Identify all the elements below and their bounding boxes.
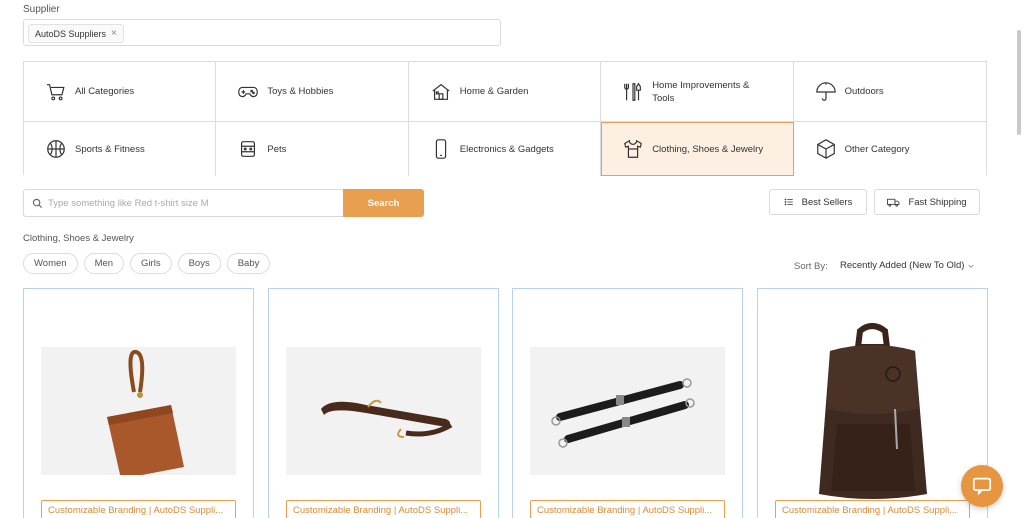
truck-icon [887, 198, 900, 207]
fast-shipping-button[interactable]: Fast Shipping [874, 189, 980, 215]
chat-button[interactable] [961, 465, 1003, 507]
black-strap-image [530, 347, 725, 475]
brown-strap-image [286, 347, 481, 475]
product-card[interactable]: Customizable Branding | AutoDS Suppli... [23, 288, 254, 518]
category-grid: All Categories Toys & Hobbies Home & Gar… [23, 61, 987, 176]
product-card[interactable]: Customizable Branding | AutoDS Suppli... [268, 288, 499, 518]
category-all-categories[interactable]: All Categories [24, 62, 217, 122]
chevron-down-icon [968, 264, 975, 268]
category-label: Home & Garden [459, 86, 529, 97]
phone-icon [435, 139, 446, 159]
cart-icon [46, 83, 65, 100]
tools-icon [624, 82, 642, 101]
product-image[interactable] [775, 319, 970, 504]
search-field[interactable] [23, 189, 344, 217]
list-icon [784, 198, 793, 206]
ball-icon [47, 140, 65, 158]
product-tag[interactable]: Customizable Branding | AutoDS Suppli... [41, 500, 236, 518]
category-home-garden[interactable]: Home & Garden [408, 62, 602, 122]
product-tag[interactable]: Customizable Branding | AutoDS Suppli... [775, 500, 970, 518]
search-icon [32, 198, 43, 208]
supplier-chip: AutoDS Suppliers × [28, 24, 124, 43]
supplier-chip-label: AutoDS Suppliers [35, 28, 107, 39]
category-electronics-gadgets[interactable]: Electronics & Gadgets [408, 122, 602, 176]
category-home-improvements-tools[interactable]: Home Improvements & Tools [601, 62, 794, 122]
category-label: Toys & Hobbies [267, 86, 334, 97]
search-input[interactable] [48, 197, 338, 209]
subcategory-women[interactable]: Women [23, 253, 78, 274]
fast-shipping-label: Fast Shipping [908, 196, 967, 208]
umbrella-icon [815, 81, 836, 101]
sort-value: Recently Added (New To Old) [840, 260, 965, 271]
subcategory-list: Women Men Girls Boys Baby [23, 253, 271, 274]
product-card[interactable]: Customizable Branding | AutoDS Suppli... [757, 288, 988, 518]
subcategory-girls[interactable]: Girls [130, 253, 172, 274]
product-tag[interactable]: Customizable Branding | AutoDS Suppli... [286, 500, 481, 518]
subcategory-title: Clothing, Shoes & Jewelry [23, 233, 134, 244]
category-label: Pets [267, 143, 287, 155]
sort-label: Sort By: [794, 261, 828, 272]
product-image[interactable] [530, 347, 725, 475]
category-label: Outdoors [844, 86, 884, 97]
gamepad-icon [238, 86, 259, 97]
product-card[interactable]: Customizable Branding | AutoDS Suppli... [512, 288, 743, 518]
wristlet-pouch-image [41, 347, 236, 475]
best-sellers-button[interactable]: Best Sellers [769, 189, 867, 215]
supplier-select[interactable]: AutoDS Suppliers × [23, 19, 501, 46]
category-sports-fitness[interactable]: Sports & Fitness [24, 122, 217, 176]
category-label: Sports & Fitness [75, 143, 145, 155]
category-label: Clothing, Shoes & Jewelry [652, 143, 764, 155]
box-icon [816, 139, 835, 159]
chat-icon [972, 477, 992, 495]
category-toys-hobbies[interactable]: Toys & Hobbies [216, 62, 409, 122]
product-image[interactable] [286, 347, 481, 475]
category-label: Electronics & Gadgets [459, 143, 554, 155]
category-other[interactable]: Other Category [793, 122, 986, 176]
pet-icon [241, 141, 256, 157]
tshirt-icon [624, 139, 643, 158]
category-label: Home Improvements & Tools [652, 79, 750, 104]
category-clothing-shoes-jewelry[interactable]: Clothing, Shoes & Jewelry [601, 122, 794, 176]
subcategory-baby[interactable]: Baby [226, 253, 271, 274]
best-sellers-label: Best Sellers [801, 196, 853, 208]
search-button[interactable]: Search [343, 189, 424, 217]
category-label: Other Category [844, 143, 910, 155]
category-pets[interactable]: Pets [216, 122, 409, 176]
category-outdoors[interactable]: Outdoors [793, 62, 986, 122]
subcategory-men[interactable]: Men [83, 253, 125, 274]
page-scrollbar[interactable] [1017, 30, 1021, 135]
house-icon [432, 83, 450, 100]
backpack-image [775, 319, 970, 504]
sort-select[interactable]: Recently Added (New To Old) [840, 260, 975, 271]
product-tag[interactable]: Customizable Branding | AutoDS Suppli... [530, 500, 725, 518]
supplier-label: Supplier [23, 4, 60, 15]
product-image[interactable] [41, 347, 236, 475]
category-label: All Categories [75, 86, 135, 97]
chip-remove-icon[interactable]: × [111, 28, 117, 39]
subcategory-boys[interactable]: Boys [177, 253, 221, 274]
